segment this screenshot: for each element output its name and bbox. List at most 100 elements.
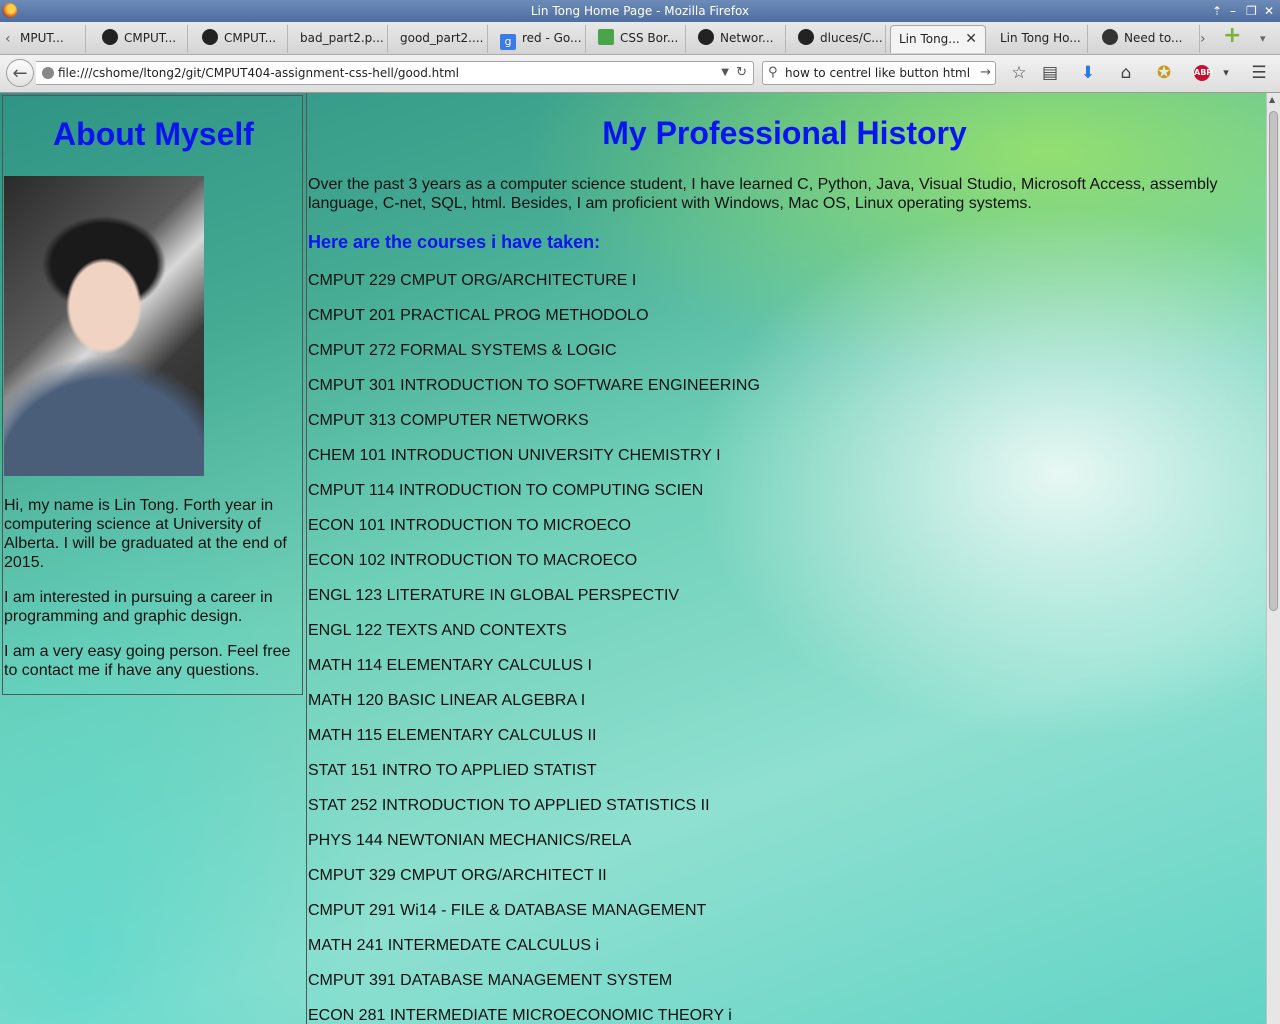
github-icon xyxy=(102,29,118,45)
course-item: MATH 241 INTERMEDATE CALCULUS i xyxy=(308,937,600,954)
course-item: ECON 101 INTRODUCTION TO MICROECO xyxy=(308,517,631,534)
window-title: Lin Tong Home Page - Mozilla Firefox xyxy=(530,4,750,18)
course-item: MATH 115 ELEMENTARY CALCULUS II xyxy=(308,727,597,744)
course-item: CHEM 101 INTRODUCTION UNIVERSITY CHEMIST… xyxy=(308,447,721,464)
intro-paragraph: Over the past 3 years as a computer scie… xyxy=(308,176,1218,212)
tab-label: bad_part2.p... xyxy=(300,31,384,45)
browser-tab[interactable]: Need to... xyxy=(1094,25,1200,53)
browser-tab[interactable]: Lin Tong Ho... xyxy=(992,25,1088,53)
google-icon: g xyxy=(500,34,516,50)
course-item: ECON 281 INTERMEDIATE MICROECONOMIC THEO… xyxy=(308,1007,732,1024)
bookmarks-menu-icon[interactable]: ▤ xyxy=(1040,63,1060,83)
adblock-icon[interactable]: ABP xyxy=(1194,65,1212,81)
course-item: CMPUT 201 PRACTICAL PROG METHODOLO xyxy=(308,307,649,324)
menu-hamburger-icon[interactable]: ☰ xyxy=(1249,63,1269,83)
browser-tab[interactable]: bad_part2.p... xyxy=(292,25,388,53)
search-icon: ⚲ xyxy=(768,65,778,80)
scrollbar-thumb[interactable] xyxy=(1269,111,1278,611)
browser-tab[interactable]: good_part2.... xyxy=(392,25,488,53)
about-paragraph: I am interested in pursuing a career in … xyxy=(4,589,273,625)
course-list: CMPUT 229 CMPUT ORG/ARCHITECTURE I CMPUT … xyxy=(308,271,760,1024)
sync-addon-icon[interactable]: ✪ xyxy=(1154,63,1174,83)
new-tab-plus-icon[interactable]: + xyxy=(1223,22,1241,50)
course-item: CMPUT 229 CMPUT ORG/ARCHITECTURE I xyxy=(308,272,637,289)
downloads-icon[interactable]: ⬇ xyxy=(1078,63,1098,83)
tab-label: red - Go... xyxy=(522,31,582,45)
url-text: file:///cshome/ltong2/git/CMPUT404-assig… xyxy=(58,66,459,80)
browser-tab[interactable]: Networ... xyxy=(690,25,786,53)
browser-tab[interactable]: CSS Bor... xyxy=(590,25,686,53)
course-item: CMPUT 313 COMPUTER NETWORKS xyxy=(308,412,589,429)
browser-tab[interactable]: CMPUT... xyxy=(194,25,288,53)
tab-label: Need to... xyxy=(1124,31,1183,45)
course-item: CMPUT 272 FORMAL SYSTEMS & LOGIC xyxy=(308,342,617,359)
profile-photo xyxy=(4,176,204,476)
course-item: STAT 151 INTRO TO APPLIED STATIST xyxy=(308,762,597,779)
adblock-dropdown-icon[interactable]: ▾ xyxy=(1216,63,1236,83)
tab-label: CMPUT... xyxy=(224,31,277,45)
course-item: CMPUT 391 DATABASE MANAGEMENT SYSTEM xyxy=(308,972,673,989)
close-window-icon[interactable]: ✕ xyxy=(1264,0,1274,22)
tab-label: Networ... xyxy=(720,31,774,45)
browser-tab[interactable]: dluces/C... xyxy=(790,25,886,53)
page-viewport: About Myself Hi, my name is Lin Tong. Fo… xyxy=(0,93,1266,1024)
tab-scroll-left-icon[interactable]: ‹ xyxy=(5,25,11,53)
professional-history-section: My Professional History Over the past 3 … xyxy=(306,93,1266,1024)
course-item: CMPUT 301 INTRODUCTION TO SOFTWARE ENGIN… xyxy=(308,377,760,394)
course-item: CMPUT 329 CMPUT ORG/ARCHITECT II xyxy=(308,867,607,884)
course-item: MATH 114 ELEMENTARY CALCULUS I xyxy=(308,657,592,674)
tab-label: Lin Tong... xyxy=(899,32,960,46)
course-item: ECON 102 INTRODUCTION TO MACROECO xyxy=(308,552,638,569)
window-up-icon[interactable]: ⇡ xyxy=(1212,0,1222,22)
course-item: PHYS 144 NEWTONIAN MECHANICS/RELA xyxy=(308,832,632,849)
about-text: Hi, my name is Lin Tong. Forth year in c… xyxy=(4,496,304,696)
w3schools-icon xyxy=(598,29,614,45)
search-input[interactable]: ⚲ how to centrel like button html → xyxy=(762,61,996,85)
github-icon xyxy=(798,29,814,45)
tab-strip: ‹ MPUT... CMPUT... CMPUT... bad_part2.p... g… xyxy=(0,22,1280,55)
url-history-dropdown-icon[interactable]: ▼ xyxy=(721,62,729,84)
about-paragraph: I am a very easy going person. Feel free… xyxy=(4,643,291,679)
tab-label: Lin Tong Ho... xyxy=(1000,31,1081,45)
courses-heading: Here are the courses i have taken: xyxy=(308,232,601,252)
tab-list-chevron-down-icon[interactable]: ▾ xyxy=(1260,25,1266,53)
tab-label: dluces/C... xyxy=(820,31,883,45)
tab-label: good_part2.... xyxy=(400,31,484,45)
firefox-icon[interactable] xyxy=(2,3,17,18)
bookmark-star-icon[interactable]: ☆ xyxy=(1009,63,1029,83)
video-icon xyxy=(1102,29,1118,45)
course-item: MATH 120 BASIC LINEAR ALGEBRA I xyxy=(308,692,586,709)
back-button[interactable]: ← xyxy=(6,59,34,87)
reload-icon[interactable]: ↻ xyxy=(736,62,747,84)
globe-icon xyxy=(42,67,54,79)
course-item: STAT 252 INTRODUCTION TO APPLIED STATIST… xyxy=(308,797,710,814)
search-query: how to centrel like button html xyxy=(785,66,971,80)
vertical-scrollbar[interactable]: ▲ xyxy=(1266,93,1280,1024)
browser-tab[interactable]: g red - Go... xyxy=(492,25,586,53)
navigation-toolbar: ← file:///cshome/ltong2/git/CMPUT404-ass… xyxy=(0,55,1280,93)
about-heading: About Myself xyxy=(53,116,254,152)
tab-scroll-right-icon[interactable]: › xyxy=(1200,25,1206,53)
scroll-up-arrow-icon[interactable]: ▲ xyxy=(1269,95,1275,104)
window-titlebar: Lin Tong Home Page - Mozilla Firefox ⇡ –… xyxy=(0,0,1280,22)
close-tab-icon[interactable]: ✕ xyxy=(965,26,977,53)
search-go-arrow-icon[interactable]: → xyxy=(980,62,991,84)
history-heading: My Professional History xyxy=(602,115,967,151)
course-item: CMPUT 291 Wi14 - FILE & DATABASE MANAGEM… xyxy=(308,902,707,919)
tab-label: CSS Bor... xyxy=(620,31,679,45)
maximize-icon[interactable]: ❐ xyxy=(1246,0,1257,22)
about-sidebar: About Myself Hi, my name is Lin Tong. Fo… xyxy=(2,95,303,695)
minimize-icon[interactable]: – xyxy=(1230,0,1236,22)
browser-tab[interactable]: Lin Tong... ✕ xyxy=(890,25,986,53)
browser-tab[interactable]: MPUT... xyxy=(12,25,86,53)
tab-label: CMPUT... xyxy=(124,31,177,45)
github-icon xyxy=(698,29,714,45)
course-item: CMPUT 114 INTRODUCTION TO COMPUTING SCIE… xyxy=(308,482,704,499)
tab-label: MPUT... xyxy=(20,31,64,45)
browser-tab[interactable]: CMPUT... xyxy=(94,25,188,53)
github-icon xyxy=(202,29,218,45)
course-item: ENGL 122 TEXTS AND CONTEXTS xyxy=(308,622,567,639)
home-icon[interactable]: ⌂ xyxy=(1116,63,1136,83)
course-item: ENGL 123 LITERATURE IN GLOBAL PERSPECTIV xyxy=(308,587,680,604)
url-bar[interactable]: file:///cshome/ltong2/git/CMPUT404-assig… xyxy=(36,61,754,85)
